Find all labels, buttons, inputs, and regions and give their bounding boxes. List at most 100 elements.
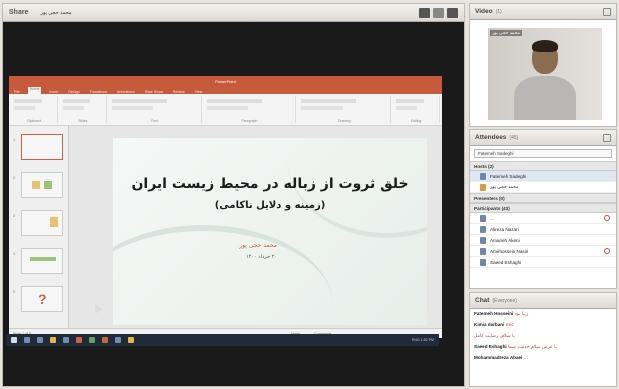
attendee-row[interactable]: ... (470, 213, 616, 224)
status-icon (604, 248, 610, 254)
chat-message: Fatemeh Hosseini زیبا بود (470, 309, 616, 320)
chat-text: با عرض سلام خدمت شما (507, 345, 557, 350)
attendee-name: Amirhossein Nasiri (490, 248, 529, 254)
ribbon-group-slides[interactable]: Slides (60, 96, 107, 123)
ribbon-group-label: Drawing (338, 119, 351, 123)
ribbon-group-editing[interactable]: Editing (393, 96, 441, 123)
tab-review[interactable]: Review (171, 90, 187, 94)
slide-number: 3 (13, 213, 16, 218)
video-pod-title: Video (475, 8, 493, 15)
fullscreen-icon[interactable] (447, 7, 458, 18)
status-icon (604, 215, 610, 221)
tab-slideshow[interactable]: Slide Show (143, 90, 165, 94)
share-pod-tools (419, 7, 458, 18)
tab-file[interactable]: File (12, 90, 22, 94)
user-icon (480, 236, 486, 244)
fit-width-icon[interactable] (433, 7, 444, 18)
chat-message: Kimia darbani mic (470, 320, 616, 331)
video-pod: Video (1) محمد حجی پور (469, 3, 617, 127)
participants-section-header[interactable]: Participants (43) (470, 203, 616, 213)
chat-message: Saeed Eshaghi با عرض سلام خدمت شما (470, 342, 616, 353)
presenter-name: محمد حجی پور (40, 9, 72, 16)
chat-message: با سلام. رضایت کامل (470, 331, 616, 342)
search-icon[interactable] (24, 337, 30, 343)
word-icon[interactable] (115, 337, 121, 343)
slide-number: 2 (13, 175, 16, 180)
chat-sender: Kimia darbani (474, 322, 505, 327)
video-count: (1) (495, 8, 502, 15)
attendee-row[interactable]: Fatemeh Sadeghi (470, 171, 616, 182)
tab-insert[interactable]: Insert (47, 90, 60, 94)
slide-number: 4 (13, 251, 16, 256)
chat-scope[interactable]: (Everyone) (492, 298, 516, 304)
slide-thumbnail[interactable]: 3 (13, 210, 63, 236)
ribbon-group-label: Paragraph (241, 119, 258, 123)
excel-icon[interactable] (89, 337, 95, 343)
slide-thumbnail[interactable]: 4 (13, 248, 63, 274)
ribbon-group-font[interactable]: Font (109, 96, 202, 123)
ppt-ribbon-tabs: File Home Insert Design Transitions Anim… (9, 86, 442, 94)
app-icon[interactable] (128, 337, 134, 343)
chat-pod-header: Chat (Everyone) (470, 293, 616, 309)
attendee-name: ... (490, 215, 494, 221)
tab-home[interactable]: Home (27, 87, 42, 94)
slide-thumbnail[interactable]: 2 (13, 172, 63, 198)
browser-icon[interactable] (63, 337, 69, 343)
share-pod: Share محمد حجی پور PowerPoint File Home … (2, 3, 465, 387)
user-icon (480, 214, 486, 222)
attendees-pod-title: Attendees (475, 134, 507, 141)
attendee-name: Fatemeh Sadeghi (490, 173, 527, 179)
attendee-search-field[interactable]: Fatemeh Sadeghi (474, 149, 612, 158)
attendee-row[interactable]: Saeed Eshaghi (470, 257, 616, 268)
ribbon-group-clipboard[interactable]: Clipboard (11, 96, 58, 123)
adobe-connect-icon[interactable] (102, 337, 108, 343)
chat-sender: Mohammadreza Abaei (474, 355, 523, 360)
attendee-row[interactable]: محمد حجی پور (470, 182, 616, 193)
slide-thumbnail[interactable]: 1 (13, 134, 63, 160)
layout-icon[interactable] (419, 7, 430, 18)
tab-design[interactable]: Design (66, 90, 81, 94)
slide-decoration (113, 225, 333, 325)
slide-author: محمد حجی پور (239, 242, 277, 249)
tab-animations[interactable]: Animations (115, 90, 137, 94)
attendee-name: محمد حجی پور (490, 184, 519, 189)
tab-transitions[interactable]: Transitions (88, 90, 109, 94)
attendee-name: Saeed Eshaghi (490, 259, 522, 265)
folder-icon[interactable] (50, 337, 56, 343)
slide-number: 5 (13, 289, 16, 294)
ribbon-group-label: Editing (410, 119, 422, 123)
user-icon (480, 183, 486, 191)
user-icon (480, 225, 486, 233)
tab-view[interactable]: View (193, 90, 205, 94)
pod-options-icon[interactable] (603, 133, 611, 142)
attendees-pod-header: Attendees (45) (470, 130, 616, 146)
attendee-row[interactable]: Amirhossein Nasiri (470, 246, 616, 257)
start-icon[interactable] (11, 337, 17, 343)
video-name-tag: محمد حجی پور (490, 30, 522, 36)
person-hair (532, 40, 558, 52)
chat-sender: Fatemeh Hosseini (474, 311, 514, 316)
chat-pod: Chat (Everyone) Fatemeh Hosseini زیبا بو… (469, 292, 617, 387)
attendee-row[interactable]: Amaneh Akeni (470, 235, 616, 246)
attendee-name: Alireza Nazari (490, 226, 519, 232)
person-body (514, 76, 576, 120)
hosts-section-header[interactable]: Hosts (2) (470, 161, 616, 171)
task-view-icon[interactable] (37, 337, 43, 343)
powerpoint-icon[interactable] (76, 337, 82, 343)
attendees-pod: Attendees (45) Fatemeh Sadeghi Hosts (2)… (469, 129, 617, 289)
pod-options-icon[interactable] (603, 7, 611, 16)
presenters-section-header[interactable]: Presenters (0) (470, 193, 616, 203)
user-icon (480, 258, 486, 266)
slide-thumbnail[interactable]: 5 ? (13, 286, 63, 312)
attendee-row[interactable]: Alireza Nazari (470, 224, 616, 235)
share-pod-header: Share محمد حجی پور (3, 4, 464, 22)
webcam-feed[interactable]: محمد حجی پور (488, 28, 602, 120)
ppt-window-title: PowerPoint (215, 78, 236, 84)
slide-subtitle: (زمینه و دلایل ناکامی) (214, 200, 326, 211)
user-icon (480, 247, 486, 255)
ribbon-group-drawing[interactable]: Drawing (298, 96, 392, 123)
ppt-workspace: 1 2 3 4 5 ? خلق ثروت از زباله در محیط زی… (9, 126, 442, 328)
slide-canvas[interactable]: خلق ثروت از زباله در محیط زیست ایران (زم… (113, 138, 427, 325)
system-tray: ENG 1:52 PM (411, 338, 434, 342)
ribbon-group-paragraph[interactable]: Paragraph (204, 96, 297, 123)
